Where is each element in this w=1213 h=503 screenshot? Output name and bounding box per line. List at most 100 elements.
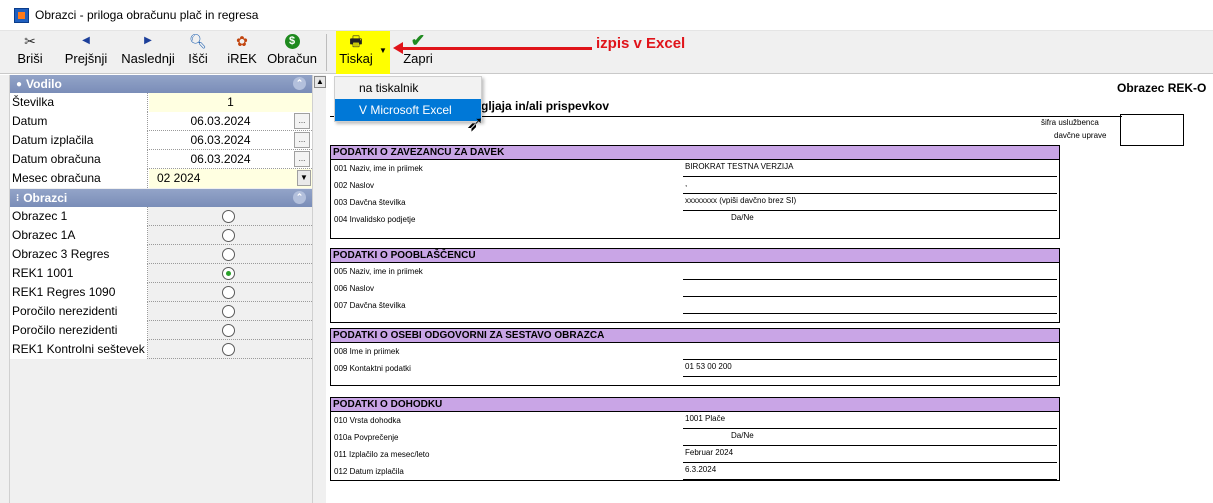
datum-izplacila-label: Datum izplačila bbox=[10, 131, 148, 150]
prejsnji-button[interactable]: ◀ Prejšnji bbox=[60, 31, 112, 74]
left-panel: ● Vodilo ⌃ Številka 1 Datum 06.03.2024 .… bbox=[0, 75, 326, 503]
obrazec-label: REK1 1001 bbox=[10, 264, 148, 283]
row-value: Da/Ne bbox=[683, 429, 1057, 446]
chevron-down-icon[interactable]: ▼ bbox=[297, 170, 311, 186]
datum-row: Datum 06.03.2024 ... bbox=[10, 112, 312, 131]
obrazec-radio[interactable] bbox=[222, 324, 235, 337]
row-label: 008 Ime in priimek bbox=[334, 347, 400, 356]
pooblascenec-section: PODATKI O POOBLAŠČENCU 005 Naziv, ime in… bbox=[330, 248, 1060, 323]
printer-icon: 🖶 bbox=[349, 33, 363, 49]
row-value bbox=[683, 263, 1057, 280]
row-value: 6.3.2024 bbox=[683, 463, 1057, 480]
obrazec-radio[interactable] bbox=[222, 229, 235, 242]
datum-obracuna-label: Datum obračuna bbox=[10, 150, 148, 169]
brisi-button[interactable]: ✂ Briši bbox=[12, 31, 48, 74]
arrow-left-icon: ◀ bbox=[82, 35, 90, 46]
datum-obracuna-picker-button[interactable]: ... bbox=[294, 151, 310, 167]
obrazec-row[interactable]: Poročilo nerezidenti bbox=[10, 302, 312, 321]
naslednji-label: Naslednji bbox=[121, 51, 175, 66]
mesec-obracuna-select[interactable]: 02 2024 ▼ bbox=[149, 169, 312, 188]
obrazec-label: Obrazec 1 bbox=[10, 207, 148, 226]
mouse-cursor-icon: ➶ bbox=[466, 111, 485, 136]
stevilka-label: Številka bbox=[10, 93, 148, 112]
record-icon: ● bbox=[16, 78, 23, 90]
naslednji-button[interactable]: ▶ Naslednji bbox=[116, 31, 180, 74]
obrazec-radio[interactable] bbox=[222, 267, 235, 280]
vodilo-title: Vodilo bbox=[26, 77, 62, 91]
left-scrollbar[interactable]: ▲ bbox=[312, 75, 326, 503]
obrazec-row[interactable]: REK1 Kontrolni seštevek bbox=[10, 340, 312, 359]
form-subtitle: gljaja in/ali prispevkov bbox=[481, 99, 610, 113]
vodilo-header[interactable]: ● Vodilo ⌃ bbox=[10, 75, 312, 93]
pooblascenec-header: PODATKI O POOBLAŠČENCU bbox=[331, 249, 1059, 263]
datum-obracuna-field[interactable]: 06.03.2024 bbox=[149, 150, 312, 169]
row-value: 1001 Plače bbox=[683, 412, 1057, 429]
row-label: 010a Povprečenje bbox=[334, 433, 399, 442]
collapse-icon[interactable]: ⌃ bbox=[293, 191, 306, 204]
row-label: 001 Naziv, ime in priimek bbox=[334, 164, 423, 173]
app-icon bbox=[14, 7, 29, 23]
row-value: Februar 2024 bbox=[683, 446, 1057, 463]
menu-item-na-tiskalnik[interactable]: na tiskalnik bbox=[335, 77, 481, 99]
obrazec-row[interactable]: REK1 1001 bbox=[10, 264, 312, 283]
zapri-button[interactable]: ✔ Zapri bbox=[400, 31, 436, 74]
collapse-icon[interactable]: ⌃ bbox=[293, 77, 306, 90]
form-row: 004 Invalidsko podjetje Da/Ne bbox=[331, 211, 1059, 228]
isci-button[interactable]: 🔍︎ Išči bbox=[184, 31, 212, 74]
datum-izplacila-picker-button[interactable]: ... bbox=[294, 132, 310, 148]
row-label: 010 Vrsta dohodka bbox=[334, 416, 401, 425]
tiskaj-dropdown-button[interactable]: ▼ bbox=[376, 31, 390, 74]
obrazci-header[interactable]: ⁝ Obrazci ⌃ bbox=[10, 189, 312, 207]
obrazec-row[interactable]: Obrazec 3 Regres bbox=[10, 245, 312, 264]
form-row: 001 Naziv, ime in priimek BIROKRAT TESTNA… bbox=[331, 160, 1059, 177]
obrazec-label: Obrazec 3 Regres bbox=[10, 245, 148, 264]
datum-field[interactable]: 06.03.2024 bbox=[149, 112, 312, 131]
left-edge bbox=[0, 75, 10, 503]
row-value: xxxxxxxx (vpiši davčno brez SI) bbox=[683, 194, 1057, 211]
datum-label: Datum bbox=[10, 112, 148, 131]
obrazec-radio[interactable] bbox=[222, 248, 235, 261]
dohodek-section: PODATKI O DOHODKU 010 Vrsta dohodka 1001 … bbox=[330, 397, 1060, 481]
obrazec-row[interactable]: Poročilo nerezidenti Regres bbox=[10, 321, 312, 355]
row-value: BIROKRAT TESTNA VERZIJA bbox=[683, 160, 1057, 177]
obrazec-radio[interactable] bbox=[222, 286, 235, 299]
scissors-icon: ✂ bbox=[24, 33, 36, 49]
form-row: 012 Datum izplačila 6.3.2024 bbox=[331, 463, 1059, 480]
row-label: 003 Davčna številka bbox=[334, 198, 406, 207]
obrazec-row[interactable]: REK1 Regres 1090 bbox=[10, 283, 312, 302]
datum-izplacila-field[interactable]: 06.03.2024 bbox=[149, 131, 312, 150]
scroll-up-icon[interactable]: ▲ bbox=[314, 76, 326, 88]
obracun-button[interactable]: $ Obračun bbox=[266, 31, 318, 74]
obrazec-label: REK1 Kontrolni seštevek bbox=[10, 340, 148, 359]
row-label: 007 Davčna številka bbox=[334, 301, 406, 310]
obrazec-radio[interactable] bbox=[222, 305, 235, 318]
form-row: 006 Naslov bbox=[331, 280, 1059, 297]
stevilka-row: Številka 1 bbox=[10, 93, 312, 112]
obrazec-row[interactable]: Obrazec 1 bbox=[10, 207, 312, 226]
window-title: Obrazci - priloga obračunu plač in regre… bbox=[35, 8, 259, 22]
row-value bbox=[683, 343, 1057, 360]
davcne-label: davčne uprave bbox=[1054, 131, 1107, 140]
obrazec-row[interactable]: Obrazec 1A bbox=[10, 226, 312, 245]
chevron-down-icon: ▼ bbox=[379, 46, 387, 55]
form-row: 010 Vrsta dohodka 1001 Plače bbox=[331, 412, 1059, 429]
isci-label: Išči bbox=[188, 51, 208, 66]
form-title: Obrazec REK-O bbox=[1117, 81, 1207, 95]
obrazec-radio[interactable] bbox=[222, 343, 235, 356]
annotation-text: izpis v Excel bbox=[596, 35, 686, 52]
datum-picker-button[interactable]: ... bbox=[294, 113, 310, 129]
tiskaj-button[interactable]: 🖶 Tiskaj bbox=[336, 31, 376, 74]
menu-item-excel[interactable]: V Microsoft Excel bbox=[335, 99, 481, 121]
row-label: 009 Kontaktni podatki bbox=[334, 364, 411, 373]
annotation-arrow bbox=[398, 47, 592, 50]
obrazec-radio[interactable] bbox=[222, 210, 235, 223]
stevilka-field[interactable]: 1 bbox=[149, 93, 312, 112]
obrazec-label: Poročilo nerezidenti bbox=[10, 302, 148, 321]
odgovorna-oseba-section: PODATKI O OSEBI ODGOVORNI ZA SESTAVO OBR… bbox=[330, 328, 1060, 386]
irek-button[interactable]: ✿ iREK bbox=[222, 31, 262, 74]
obrazec-label: Poročilo nerezidenti Regres bbox=[10, 321, 148, 355]
row-value bbox=[683, 297, 1057, 314]
form-row: 009 Kontaktni podatki 01 53 00 200 bbox=[331, 360, 1059, 377]
dohodek-header: PODATKI O DOHODKU bbox=[331, 398, 1059, 412]
prejsnji-label: Prejšnji bbox=[64, 51, 108, 66]
